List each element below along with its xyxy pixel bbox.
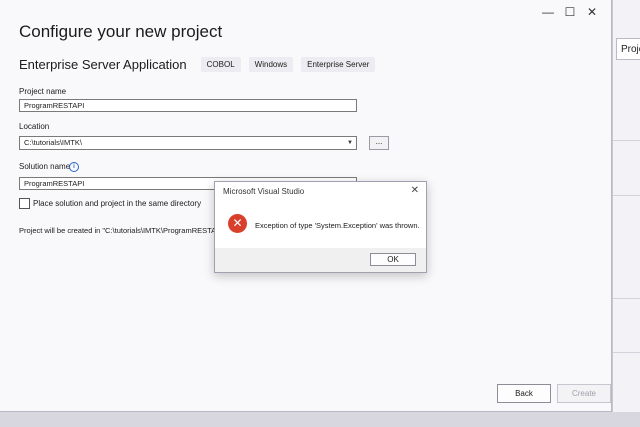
close-icon: ✕ bbox=[410, 185, 419, 196]
error-message-box: Microsoft Visual Studio ✕ ✕ Exception of… bbox=[214, 181, 427, 273]
error-message-text: Exception of type 'System.Exception' was… bbox=[255, 221, 420, 230]
same-directory-checkbox[interactable] bbox=[19, 198, 30, 209]
template-name: Enterprise Server Application bbox=[19, 57, 187, 72]
location-value: C:\tutorials\IMTK\ bbox=[24, 138, 82, 147]
close-button[interactable]: ✕ bbox=[581, 4, 603, 20]
same-directory-label: Place solution and project in the same d… bbox=[33, 199, 202, 208]
message-box-title: Microsoft Visual Studio bbox=[223, 187, 305, 196]
close-icon: ✕ bbox=[586, 5, 598, 19]
template-tag-windows: Windows bbox=[248, 57, 294, 72]
info-icon[interactable]: i bbox=[69, 162, 79, 172]
maximize-icon: ☐ bbox=[564, 5, 576, 19]
message-box-footer: OK bbox=[215, 248, 426, 272]
ok-button[interactable]: OK bbox=[370, 253, 416, 266]
background-divider bbox=[613, 352, 640, 353]
error-icon: ✕ bbox=[228, 214, 247, 233]
template-tag-enterprise-server: Enterprise Server bbox=[301, 57, 376, 72]
chevron-down-icon: ▼ bbox=[347, 140, 353, 146]
message-box-close-button[interactable]: ✕ bbox=[411, 185, 419, 196]
project-name-label: Project name bbox=[19, 87, 67, 96]
minimize-button[interactable]: — bbox=[537, 4, 559, 20]
page-title: Configure your new project bbox=[19, 22, 223, 41]
background-ide-panel: Proje bbox=[612, 0, 640, 427]
template-tag-cobol: COBOL bbox=[200, 57, 241, 72]
location-label: Location bbox=[19, 122, 50, 131]
window-controls: — ☐ ✕ bbox=[537, 4, 603, 20]
back-button[interactable]: Back bbox=[497, 384, 551, 403]
solution-name-label: Solution name bbox=[19, 162, 71, 171]
background-divider bbox=[613, 195, 640, 196]
taskbar-band bbox=[0, 412, 640, 427]
maximize-button[interactable]: ☐ bbox=[559, 4, 581, 20]
background-divider bbox=[613, 298, 640, 299]
minimize-icon: — bbox=[542, 5, 554, 19]
create-button[interactable]: Create bbox=[557, 384, 611, 403]
template-row: Enterprise Server Application COBOL Wind… bbox=[19, 57, 383, 72]
project-name-input[interactable]: ProgramRESTAPI bbox=[19, 99, 357, 112]
browse-button[interactable]: ... bbox=[369, 136, 389, 150]
project-location-info: Project will be created in "C:\tutorials… bbox=[19, 226, 215, 235]
background-tab[interactable]: Proje bbox=[616, 38, 640, 60]
location-select[interactable]: C:\tutorials\IMTK\ ▼ bbox=[19, 136, 357, 150]
screen: Proje — ☐ ✕ Configure your new project E… bbox=[0, 0, 640, 427]
background-divider bbox=[613, 140, 640, 141]
